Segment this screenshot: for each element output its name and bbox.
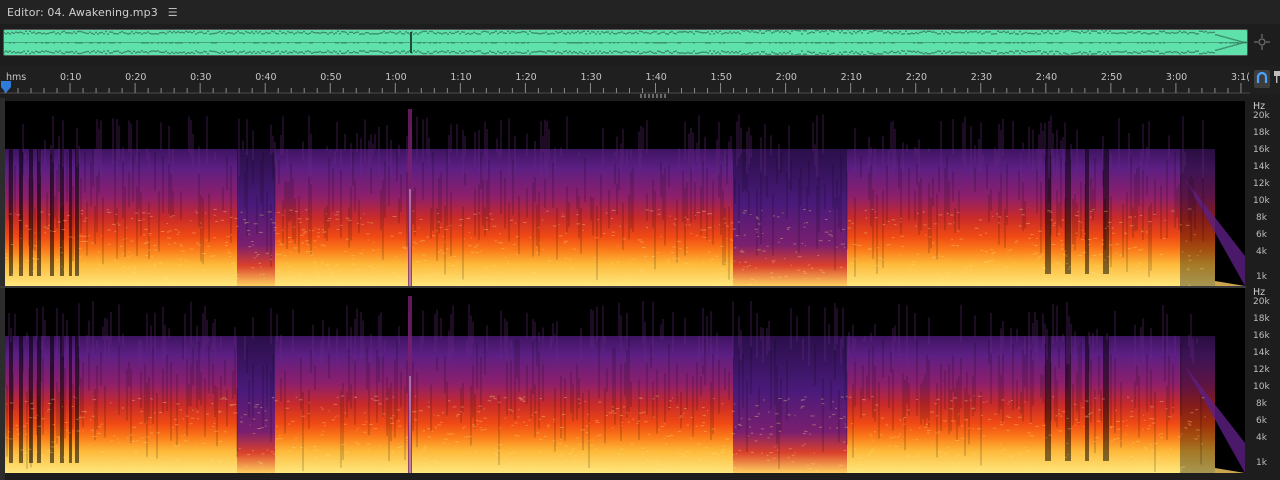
hz-scale-label: 14k xyxy=(1253,348,1270,358)
playhead-marker-icon[interactable] xyxy=(1,81,11,93)
marker-pin-icon[interactable] xyxy=(1274,71,1280,83)
ruler-tick-label: 0:30 xyxy=(190,72,212,83)
editor-title: Editor: 04. Awakening.mp3 xyxy=(7,5,158,19)
hz-scale-label: 8k xyxy=(1256,213,1267,223)
magnet-icon xyxy=(1256,71,1268,83)
hz-scale-label: 1k xyxy=(1256,458,1267,468)
ruler-tick-label: 1:20 xyxy=(515,72,537,83)
hamburger-menu-icon[interactable]: ☰ xyxy=(168,6,178,19)
ruler-tick-label: 3:00 xyxy=(1165,72,1188,83)
ruler-tick-label: 2:30 xyxy=(970,72,993,83)
ruler-tick-label: 1:30 xyxy=(580,72,602,83)
hz-scale-label: 20k xyxy=(1253,111,1270,121)
ruler-tick-label: 1:10 xyxy=(450,72,472,83)
ruler-tick-label: 0:20 xyxy=(125,72,147,83)
ruler-tick-label: 0:40 xyxy=(255,72,277,83)
ruler-tick-label: 2:20 xyxy=(905,72,928,83)
spectral-channel-right[interactable] xyxy=(5,288,1245,473)
hz-scale-label: 14k xyxy=(1253,162,1270,172)
ruler-tick-label: 2:50 xyxy=(1100,72,1123,83)
editor-titlebar: Editor: 04. Awakening.mp3 ☰ xyxy=(0,0,1280,24)
hz-scale-label: 10k xyxy=(1253,382,1270,392)
hz-scale-label: 6k xyxy=(1256,416,1267,426)
overview-waveform[interactable] xyxy=(3,29,1248,56)
ruler-tick-label: 0:50 xyxy=(320,72,342,83)
overview-waveform-graphic xyxy=(4,30,1247,55)
ruler-tick-label: 2:40 xyxy=(1035,72,1058,83)
hz-scale-label: 6k xyxy=(1256,230,1267,240)
hz-scale-label: 16k xyxy=(1253,145,1270,155)
hz-scale-label: 4k xyxy=(1256,247,1267,257)
hz-scale-label: 18k xyxy=(1253,314,1270,324)
hz-scale-label: 12k xyxy=(1253,179,1270,189)
hz-scale-label: 1k xyxy=(1256,272,1267,282)
hz-scale-label: 18k xyxy=(1253,128,1270,138)
hz-scale-label: 20k xyxy=(1253,297,1270,307)
zoom-navigator-icon[interactable] xyxy=(1254,34,1270,50)
ruler-tick-label: 1:00 xyxy=(385,72,407,83)
hz-scale-label: 10k xyxy=(1253,196,1270,206)
hz-scale-label: 8k xyxy=(1256,399,1267,409)
snap-toggle-button[interactable] xyxy=(1254,70,1270,88)
panel-resize-handle[interactable] xyxy=(640,94,668,98)
spectral-display-right xyxy=(5,296,1245,473)
ruler-tick-label: 2:00 xyxy=(775,72,797,83)
ruler-tick-label: 3:1( xyxy=(1230,72,1250,83)
ruler-tick-label: 1:40 xyxy=(645,72,667,83)
hz-scale-label: 4k xyxy=(1256,433,1267,443)
spectral-channel-left[interactable] xyxy=(5,101,1245,286)
hz-scale-label: 16k xyxy=(1253,331,1270,341)
ruler-tick-label: 0:10 xyxy=(60,72,82,83)
ruler-tick-label: 2:10 xyxy=(840,72,862,83)
hz-scale-label: 12k xyxy=(1253,365,1270,375)
ruler-tick-label: 1:50 xyxy=(710,72,732,83)
time-ruler[interactable]: hms 0:10 0:20 0:30 0:40 0:50 1:00 1:10 1:20 1:30… xyxy=(0,66,1280,94)
spectral-display-left xyxy=(5,109,1245,286)
